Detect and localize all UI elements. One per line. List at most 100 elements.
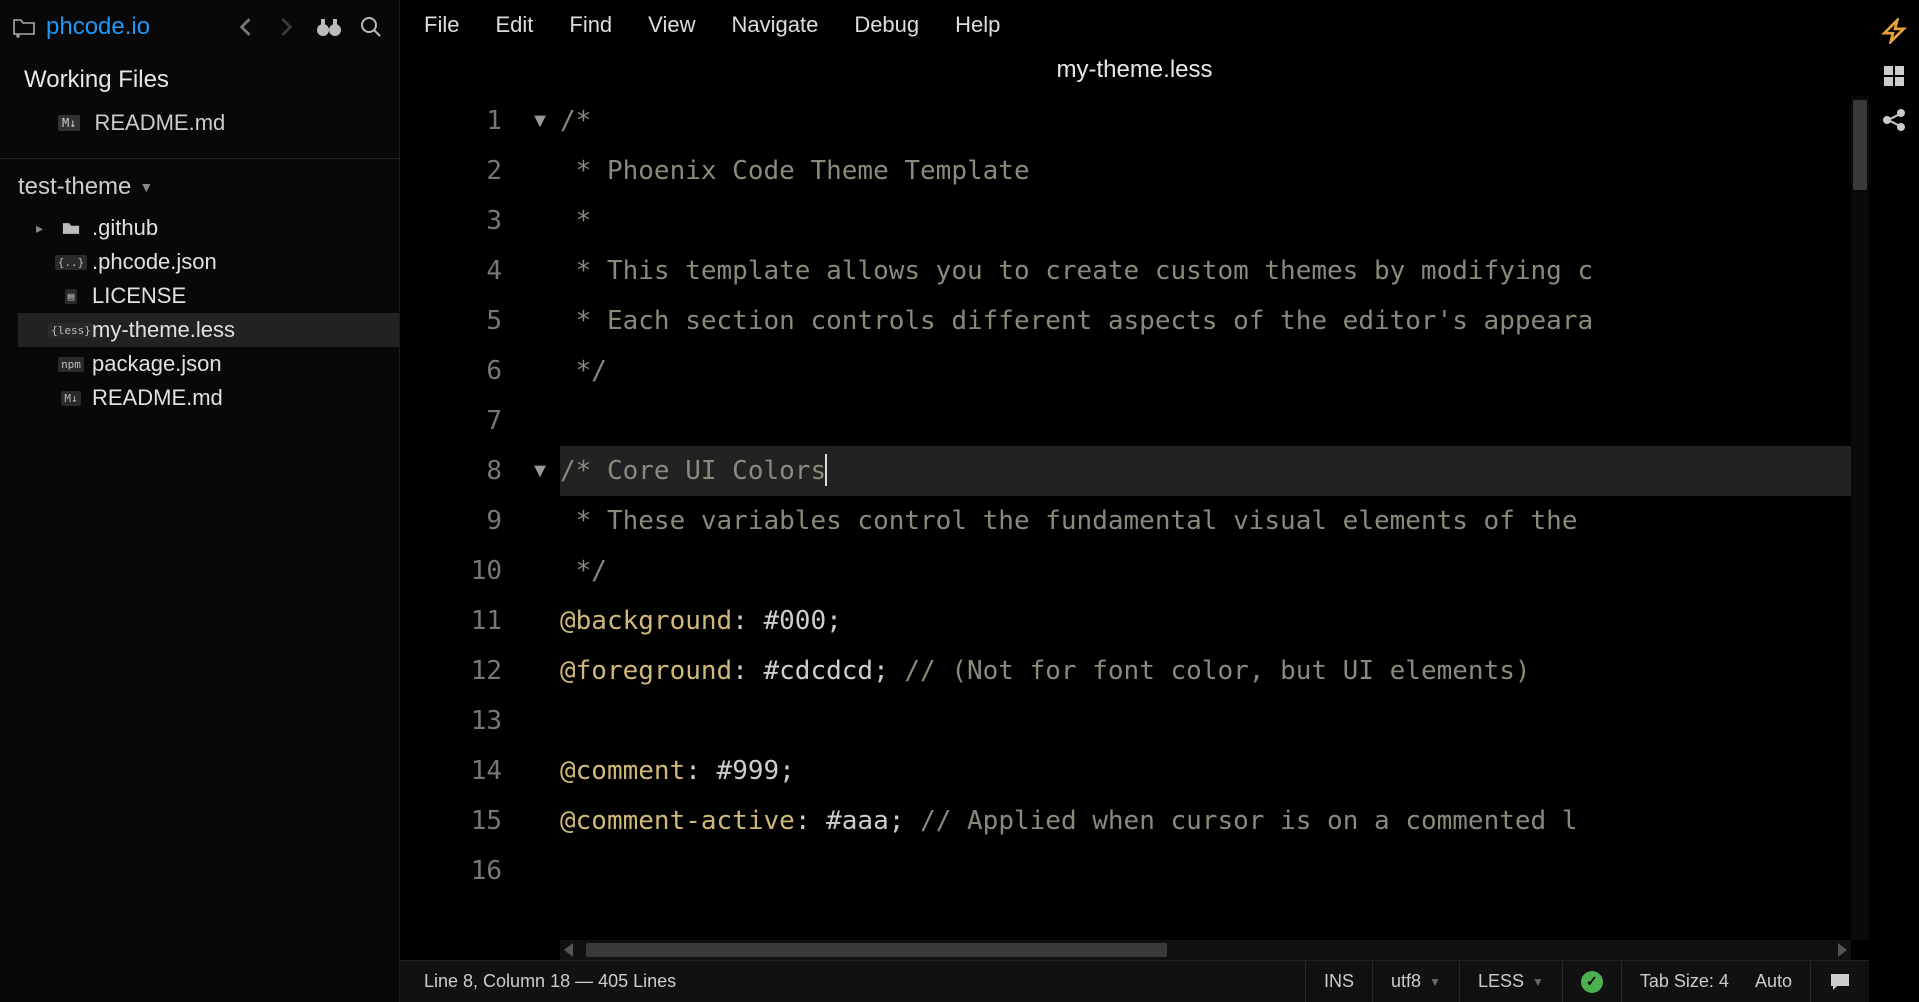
project-header[interactable]: test-theme ▼ — [0, 159, 399, 211]
tree-item-label: my-theme.less — [92, 317, 235, 343]
fold-marker[interactable]: ▼ — [520, 446, 560, 496]
nav-forward-button[interactable] — [271, 11, 303, 43]
line-number[interactable]: 5 — [400, 296, 502, 346]
status-bar: Line 8, Column 18 — 405 Lines INS utf8▼ … — [400, 960, 1869, 1002]
fold-marker — [520, 596, 560, 646]
line-number[interactable]: 13 — [400, 696, 502, 746]
fold-marker — [520, 546, 560, 596]
new-folder-icon[interactable] — [12, 16, 36, 38]
fold-marker — [520, 296, 560, 346]
status-language[interactable]: LESS▼ — [1459, 961, 1562, 1002]
line-number[interactable]: 14 — [400, 746, 502, 796]
line-number[interactable]: 3 — [400, 196, 502, 246]
line-number[interactable]: 12 — [400, 646, 502, 696]
fold-marker — [520, 346, 560, 396]
working-files-header: Working Files — [0, 54, 399, 104]
code-line[interactable]: /* — [560, 96, 1869, 146]
line-number[interactable]: 11 — [400, 596, 502, 646]
status-position: Line 8, Column 18 — 405 Lines — [400, 961, 1305, 1002]
code-line[interactable]: * This template allows you to create cus… — [560, 246, 1869, 296]
tree-file[interactable]: {..} .phcode.json — [18, 245, 399, 279]
scrollbar-thumb[interactable] — [1853, 100, 1867, 190]
binoculars-icon[interactable] — [313, 11, 345, 43]
working-file-item[interactable]: M↓README.md — [0, 104, 399, 142]
brand-label[interactable]: phcode.io — [46, 13, 219, 41]
line-number[interactable]: 7 — [400, 396, 502, 446]
tree-item-label: .phcode.json — [92, 249, 217, 275]
tree-item-label: package.json — [92, 351, 222, 377]
nav-back-button[interactable] — [229, 11, 261, 43]
share-icon[interactable] — [1882, 108, 1906, 132]
line-number[interactable]: 1 — [400, 96, 502, 146]
fold-marker — [520, 846, 560, 896]
code-editor[interactable]: /* * Phoenix Code Theme Template * * Thi… — [560, 96, 1869, 940]
menu-file[interactable]: File — [424, 12, 459, 38]
code-line[interactable]: * Phoenix Code Theme Template — [560, 146, 1869, 196]
code-line[interactable]: @background: #000; — [560, 596, 1869, 646]
status-insert-mode[interactable]: INS — [1305, 961, 1372, 1002]
tree-item-label: .github — [92, 215, 158, 241]
code-line[interactable]: */ — [560, 346, 1869, 396]
tree-folder[interactable]: ▸.github — [18, 211, 399, 245]
code-line[interactable] — [560, 846, 1869, 896]
dirty-dot — [36, 119, 44, 127]
extensions-icon[interactable] — [1882, 64, 1906, 88]
code-line[interactable]: * These variables control the fundamenta… — [560, 496, 1869, 546]
file-type-badge: M↓ — [58, 115, 80, 131]
menu-edit[interactable]: Edit — [495, 12, 533, 38]
vertical-scrollbar[interactable] — [1851, 96, 1869, 940]
file-icon: {..} — [60, 255, 82, 270]
status-feedback-icon[interactable] — [1810, 961, 1869, 1002]
code-line[interactable]: @foreground: #cdcdcd; // (Not for font c… — [560, 646, 1869, 696]
code-line[interactable]: @comment-active: #aaa; // Applied when c… — [560, 796, 1869, 846]
scrollbar-thumb[interactable] — [586, 943, 1167, 957]
fold-marker — [520, 496, 560, 546]
tree-file[interactable]: M↓README.md — [18, 381, 399, 415]
fold-marker — [520, 396, 560, 446]
menu-debug[interactable]: Debug — [854, 12, 919, 38]
tab-title: my-theme.less — [400, 50, 1869, 96]
status-tabsize[interactable]: Tab Size: 4 Auto — [1621, 961, 1810, 1002]
code-line[interactable]: * Each section controls different aspect… — [560, 296, 1869, 346]
fold-column[interactable]: ▼▼ — [520, 96, 560, 940]
menu-view[interactable]: View — [648, 12, 695, 38]
line-number[interactable]: 4 — [400, 246, 502, 296]
line-number[interactable]: 9 — [400, 496, 502, 546]
fold-marker — [520, 146, 560, 196]
lightning-icon[interactable] — [1881, 18, 1907, 44]
menu-navigate[interactable]: Navigate — [731, 12, 818, 38]
menu-find[interactable]: Find — [569, 12, 612, 38]
line-number[interactable]: 8 — [400, 446, 502, 496]
fold-marker — [520, 746, 560, 796]
menubar: File Edit Find View Navigate Debug Help — [400, 0, 1869, 50]
main-area: File Edit Find View Navigate Debug Help my-the… — [400, 0, 1869, 1002]
tree-file[interactable]: npm package.json — [18, 347, 399, 381]
line-number[interactable]: 6 — [400, 346, 502, 396]
menu-help[interactable]: Help — [955, 12, 1000, 38]
line-gutter[interactable]: 12345678910111213141516 — [400, 96, 520, 940]
file-icon: npm — [60, 357, 82, 372]
code-line[interactable]: @comment: #999; — [560, 746, 1869, 796]
check-icon: ✓ — [1581, 971, 1603, 993]
tree-file[interactable]: {less}my-theme.less — [18, 313, 399, 347]
fold-marker[interactable]: ▼ — [520, 96, 560, 146]
code-line[interactable]: */ — [560, 546, 1869, 596]
fold-marker — [520, 696, 560, 746]
file-icon: ▤ — [60, 289, 82, 304]
file-icon — [60, 221, 82, 236]
tree-item-label: LICENSE — [92, 283, 186, 309]
status-encoding[interactable]: utf8▼ — [1372, 961, 1459, 1002]
code-line[interactable]: * — [560, 196, 1869, 246]
code-line[interactable]: /* Core UI Colors — [560, 446, 1869, 496]
line-number[interactable]: 10 — [400, 546, 502, 596]
code-line[interactable] — [560, 696, 1869, 746]
tree-file[interactable]: ▤ LICENSE — [18, 279, 399, 313]
chevron-down-icon: ▼ — [139, 179, 153, 195]
line-number[interactable]: 2 — [400, 146, 502, 196]
search-icon[interactable] — [355, 11, 387, 43]
status-lint[interactable]: ✓ — [1562, 961, 1621, 1002]
line-number[interactable]: 15 — [400, 796, 502, 846]
line-number[interactable]: 16 — [400, 846, 502, 896]
code-line[interactable] — [560, 396, 1869, 446]
horizontal-scrollbar[interactable] — [560, 940, 1851, 960]
